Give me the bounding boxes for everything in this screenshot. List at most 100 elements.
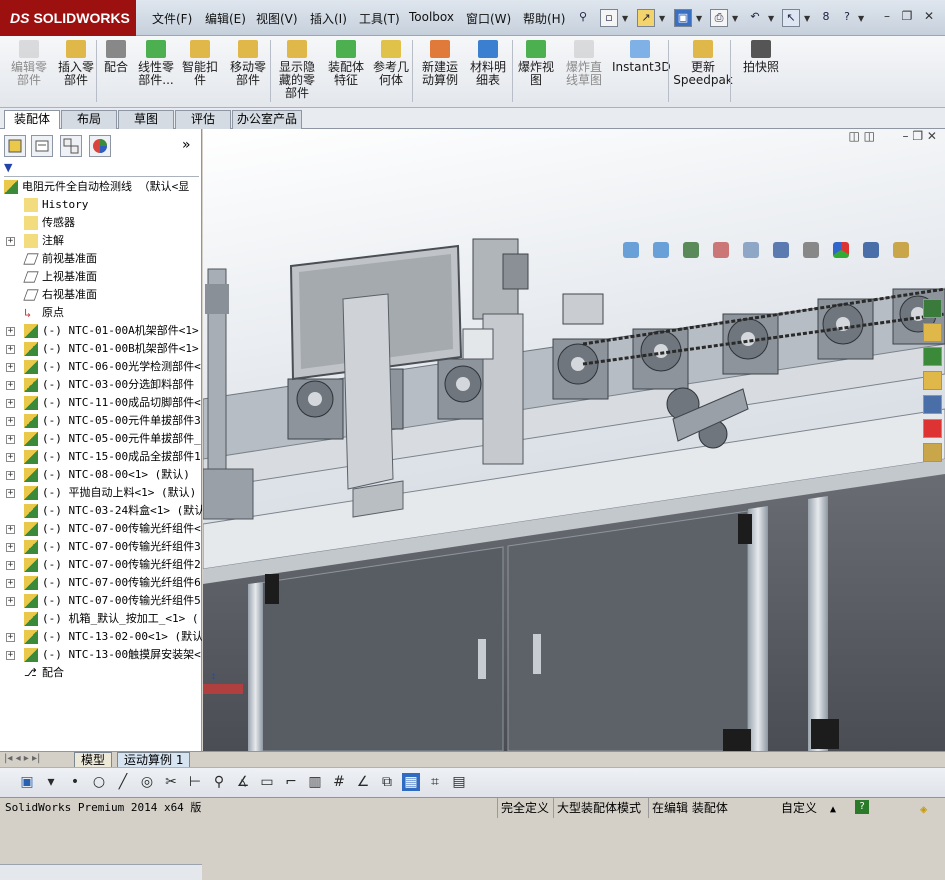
polygon-icon[interactable]: ◎: [138, 773, 156, 791]
cmd-insert-components[interactable]: 插入零 部件: [56, 40, 96, 87]
save-dropdown-icon[interactable]: ▼: [696, 14, 702, 23]
help-dropdown-icon[interactable]: ▼: [858, 14, 864, 23]
tree-node[interactable]: 传感器: [0, 214, 202, 232]
expand-icon[interactable]: +: [6, 489, 15, 498]
tab-layout[interactable]: 布局: [61, 110, 117, 129]
convert-icon[interactable]: ∡: [234, 773, 252, 791]
offset-icon[interactable]: ▭: [258, 773, 276, 791]
shaded-icon[interactable]: ▦: [402, 773, 420, 791]
corner-icon[interactable]: ⌐: [282, 773, 300, 791]
extend-icon[interactable]: ⊢: [186, 773, 204, 791]
file-explorer-icon[interactable]: [923, 347, 942, 366]
menu-tools[interactable]: 工具(T): [359, 10, 400, 27]
tab-office-products[interactable]: 办公室产品: [232, 110, 302, 129]
tree-node[interactable]: 右视基准面: [0, 286, 202, 304]
open-dropdown-icon[interactable]: ▼: [659, 14, 665, 23]
tree-node[interactable]: 上视基准面: [0, 268, 202, 286]
undo-icon[interactable]: ↶: [746, 9, 764, 27]
units-dropdown-icon[interactable]: ▲: [830, 800, 836, 820]
line-icon[interactable]: ╱: [114, 773, 132, 791]
tree-node[interactable]: + (-) NTC-08-00<1> (默认): [0, 466, 202, 484]
cmd-show-hidden[interactable]: 显示隐 藏的零 部件: [274, 40, 320, 100]
point-icon[interactable]: •: [66, 773, 84, 791]
previous-view-icon[interactable]: [683, 242, 699, 258]
help-status-icon[interactable]: ?: [855, 800, 869, 814]
filter-icon[interactable]: ▼: [4, 161, 12, 174]
cmd-new-motion-study[interactable]: 新建运 动算例: [416, 40, 464, 87]
camera-icon[interactable]: ⌗: [426, 773, 444, 791]
expand-icon[interactable]: +: [6, 471, 15, 480]
menu-file[interactable]: 文件(F): [152, 10, 192, 27]
select-arrow-icon[interactable]: ↖: [782, 9, 800, 27]
expand-icon[interactable]: +: [6, 363, 15, 372]
angle-icon[interactable]: ∠: [354, 773, 372, 791]
tree-scrollbar[interactable]: [0, 864, 202, 880]
zoom-area-icon[interactable]: [653, 242, 669, 258]
configuration-manager-tab-icon[interactable]: [60, 135, 82, 157]
expand-icon[interactable]: +: [6, 327, 15, 336]
cmd-snapshot[interactable]: 拍快照: [736, 40, 786, 74]
tree-node[interactable]: + (-) NTC-13-02-00<1> (默认): [0, 628, 202, 646]
close-icon[interactable]: ✕: [920, 9, 938, 25]
view-palette-icon[interactable]: [923, 371, 942, 390]
tree-node[interactable]: + (-) NTC-01-00A机架部件<1>: [0, 322, 202, 340]
menu-toolbox[interactable]: Toolbox: [409, 10, 454, 24]
mirror-icon[interactable]: ⚲: [210, 773, 228, 791]
menu-window[interactable]: 窗口(W): [466, 10, 511, 27]
status-units[interactable]: 自定义: [778, 798, 820, 818]
rebuild-icon[interactable]: 8: [817, 9, 835, 27]
save-icon[interactable]: ▣: [674, 9, 692, 27]
pin-icon[interactable]: ⚲: [574, 9, 592, 27]
circle-icon[interactable]: ○: [90, 773, 108, 791]
tree-node[interactable]: (-) NTC-03-24料盒<1> (默认: [0, 502, 202, 520]
tree-node[interactable]: + (-) NTC-03-00分选卸料部件: [0, 376, 202, 394]
new-dropdown-icon[interactable]: ▼: [622, 14, 628, 23]
display-style-icon[interactable]: [773, 242, 789, 258]
cmd-instant3d[interactable]: Instant3D: [612, 40, 671, 74]
tree-node[interactable]: + (-) NTC-05-00元件单拔部件3: [0, 412, 202, 430]
expand-icon[interactable]: +: [6, 633, 15, 642]
open-folder-icon[interactable]: ↗: [637, 9, 655, 27]
dropdown-icon[interactable]: ▾: [42, 773, 60, 791]
tree-node[interactable]: + (-) NTC-07-00传输光纤组件<: [0, 520, 202, 538]
select-dropdown-icon[interactable]: ▼: [804, 14, 810, 23]
design-library-icon[interactable]: [923, 323, 942, 342]
tab-evaluate[interactable]: 评估: [175, 110, 231, 129]
tree-node[interactable]: + (-) NTC-07-00传输光纤组件3: [0, 538, 202, 556]
tag-icon[interactable]: ◈: [920, 799, 927, 819]
tree-node[interactable]: + (-) NTC-07-00传输光纤组件6: [0, 574, 202, 592]
expand-icon[interactable]: +: [6, 543, 15, 552]
cmd-speedpak[interactable]: 更新 Speedpak: [672, 40, 734, 87]
feature-tree-tab-icon[interactable]: [4, 135, 26, 157]
grid-icon[interactable]: #: [330, 773, 348, 791]
cmd-explode-line-sketch[interactable]: 爆炸直 线草图: [560, 40, 608, 87]
view-settings-icon[interactable]: [893, 242, 909, 258]
tree-node[interactable]: 电阻元件全自动检测线 （默认<显: [0, 178, 202, 196]
cmd-linear-pattern[interactable]: 线性零 部件...: [134, 40, 178, 87]
help-icon[interactable]: ?: [838, 9, 856, 27]
tree-node[interactable]: + (-) NTC-15-00成品全拔部件1: [0, 448, 202, 466]
tree-node[interactable]: History: [0, 196, 202, 214]
expand-icon[interactable]: +: [6, 381, 15, 390]
expand-icon[interactable]: +: [6, 435, 15, 444]
cmd-edit-component[interactable]: 编辑零 部件: [6, 40, 52, 87]
cmd-mate[interactable]: 配合: [100, 40, 132, 74]
appearances-icon[interactable]: [923, 395, 942, 414]
view-cube-icon[interactable]: ⧉: [378, 773, 396, 791]
tree-node[interactable]: + (-) NTC-13-00触摸屏安装架<: [0, 646, 202, 664]
print-icon[interactable]: ⎙: [710, 9, 728, 27]
menu-help[interactable]: 帮助(H): [523, 10, 565, 27]
display-manager-tab-icon[interactable]: [89, 135, 111, 157]
tab-scroll-arrows-icon[interactable]: |◂ ◂ ▸ ▸|: [4, 753, 40, 764]
tree-node[interactable]: 前视基准面: [0, 250, 202, 268]
view-orientation-icon[interactable]: [743, 242, 759, 258]
cmd-bill-of-materials[interactable]: 材料明 细表: [466, 40, 510, 87]
hide-show-icon[interactable]: [803, 242, 819, 258]
tab-motion-study[interactable]: 运动算例 1: [117, 752, 191, 768]
tab-assembly[interactable]: 装配体: [4, 110, 60, 129]
tree-node[interactable]: + 注解: [0, 232, 202, 250]
restore-icon[interactable]: ❐: [898, 9, 916, 25]
expand-icon[interactable]: +: [6, 651, 15, 660]
expand-icon[interactable]: +: [6, 453, 15, 462]
table-icon[interactable]: ▤: [450, 773, 468, 791]
